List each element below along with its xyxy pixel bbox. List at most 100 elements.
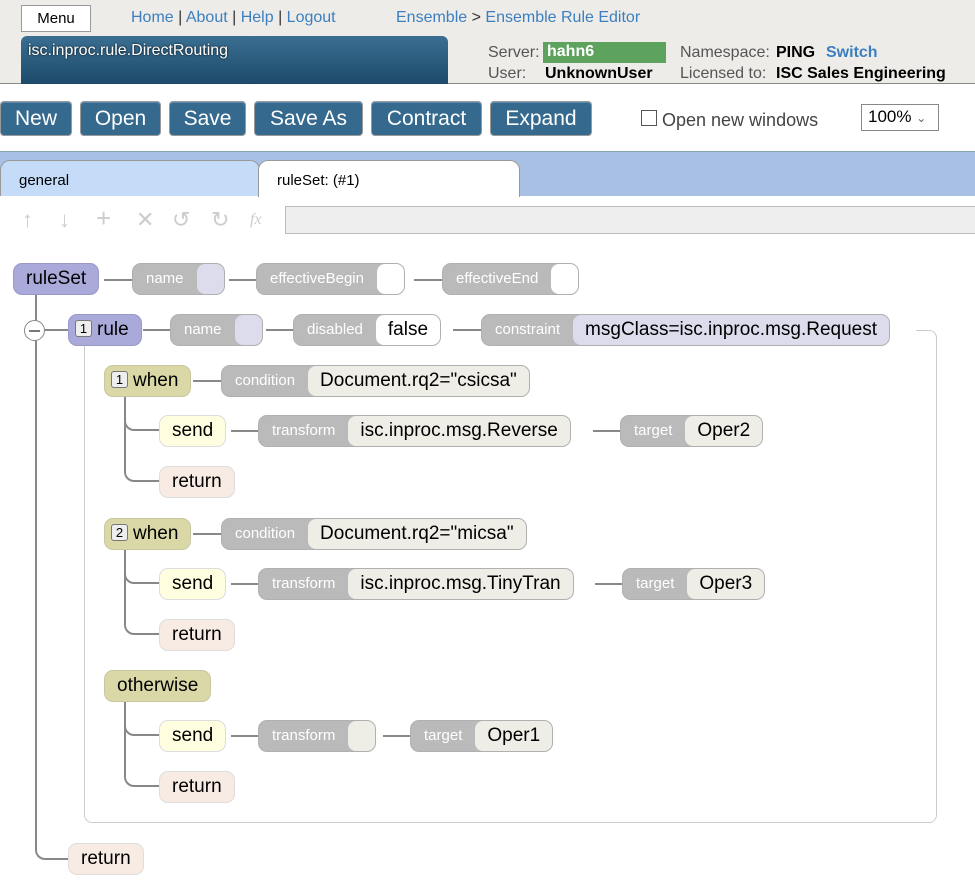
prop-value[interactable]: Oper1 <box>475 721 553 751</box>
save-button[interactable]: Save <box>169 101 246 136</box>
when1-send-node[interactable]: send <box>159 415 227 447</box>
home-link[interactable]: Home <box>131 9 174 26</box>
prop-value[interactable] <box>196 264 224 294</box>
prop-label: constraint <box>495 321 561 338</box>
contract-button[interactable]: Contract <box>371 101 482 136</box>
page-title: isc.inproc.rule.DirectRouting <box>21 36 448 84</box>
licensed-value: ISC Sales Engineering <box>776 65 946 82</box>
final-return-node[interactable]: return <box>68 843 144 875</box>
switch-link[interactable]: Switch <box>826 44 878 62</box>
prop-value[interactable]: msgClass=isc.inproc.msg.Request <box>573 315 890 345</box>
when2-send-node[interactable]: send <box>159 568 227 600</box>
user-value: UnknownUser <box>545 65 653 82</box>
open-button[interactable]: Open <box>80 101 161 136</box>
when2-label: when <box>133 523 179 544</box>
undo-icon[interactable]: ↺ <box>172 207 190 233</box>
rule-name-prop[interactable]: name <box>170 314 263 346</box>
when2-transform-prop[interactable]: transform isc.inproc.msg.TinyTran <box>258 568 574 600</box>
when2-node[interactable]: 2 when <box>104 518 192 550</box>
otherwise-node[interactable]: otherwise <box>104 670 212 702</box>
prop-value[interactable]: Document.rq2="csicsa" <box>308 366 529 396</box>
otherwise-return-node[interactable]: return <box>159 771 235 803</box>
logout-link[interactable]: Logout <box>287 9 336 26</box>
when1-target-prop[interactable]: target Oper2 <box>620 415 764 447</box>
open-new-windows-checkbox[interactable] <box>641 110 657 126</box>
server-value: hahn6 <box>543 42 666 63</box>
server-label: Server: <box>488 44 540 61</box>
save-as-button[interactable]: Save As <box>254 101 363 136</box>
prop-value[interactable] <box>551 264 579 294</box>
prop-label: name <box>184 321 222 338</box>
tab-general[interactable]: general <box>0 160 260 196</box>
otherwise-transform-prop[interactable]: transform <box>258 720 377 752</box>
prop-value[interactable] <box>376 264 404 294</box>
about-link[interactable]: About <box>186 9 228 26</box>
prop-label: transform <box>272 575 336 592</box>
when1-node[interactable]: 1 when <box>104 365 192 397</box>
zoom-value: 100% <box>868 107 912 126</box>
collapse-icon[interactable] <box>24 320 45 341</box>
prop-value[interactable]: false <box>375 315 441 345</box>
otherwise-send-node[interactable]: send <box>159 720 227 752</box>
function-icon[interactable]: fx <box>250 211 262 229</box>
arrow-down-icon[interactable]: ↓ <box>59 207 70 233</box>
prop-label: target <box>634 422 673 439</box>
breadcrumb-rule-editor[interactable]: Ensemble Rule Editor <box>485 9 640 26</box>
prop-label: transform <box>272 727 336 744</box>
when1-number: 1 <box>111 371 128 388</box>
redo-icon[interactable]: ↻ <box>211 207 229 233</box>
ruleset-node[interactable]: ruleSet <box>13 263 100 295</box>
rule-node[interactable]: 1 rule <box>68 314 142 346</box>
when1-condition-prop[interactable]: condition Document.rq2="csicsa" <box>221 365 530 397</box>
open-new-windows-label: Open new windows <box>662 110 819 130</box>
breadcrumb-ensemble[interactable]: Ensemble <box>396 9 467 26</box>
arrow-up-icon[interactable]: ↑ <box>22 207 33 233</box>
zoom-select[interactable]: 100% ⌄ <box>861 104 939 131</box>
otherwise-label: otherwise <box>117 675 199 696</box>
chevron-down-icon: ⌄ <box>916 111 927 125</box>
plus-icon[interactable]: + <box>96 203 111 234</box>
prop-value[interactable]: Oper2 <box>685 416 763 446</box>
prop-value[interactable]: Oper3 <box>687 569 765 599</box>
when2-return-node[interactable]: return <box>159 619 235 651</box>
help-link[interactable]: Help <box>241 9 274 26</box>
prop-value[interactable]: isc.inproc.msg.TinyTran <box>348 569 573 599</box>
otherwise-target-prop[interactable]: target Oper1 <box>410 720 554 752</box>
tab-ruleset[interactable]: ruleSet: (#1) <box>258 160 520 197</box>
nav-links: Home | About | Help | Logout <box>131 9 336 26</box>
licensed-label: Licensed to: <box>680 65 767 82</box>
expand-button[interactable]: Expand <box>490 101 592 136</box>
when2-condition-prop[interactable]: condition Document.rq2="micsa" <box>221 518 527 550</box>
prop-value[interactable]: isc.inproc.msg.Reverse <box>348 416 570 446</box>
prop-label: condition <box>235 525 296 542</box>
breadcrumb-separator: > <box>471 9 481 26</box>
prop-label: condition <box>235 372 296 389</box>
namespace-value: PING <box>776 44 816 61</box>
ruleset-effective-end-prop[interactable]: effectiveEnd <box>442 263 580 295</box>
rule-label: rule <box>97 319 129 340</box>
when1-transform-prop[interactable]: transform isc.inproc.msg.Reverse <box>258 415 571 447</box>
prop-value[interactable]: Document.rq2="micsa" <box>308 519 526 549</box>
new-button[interactable]: New <box>0 101 72 136</box>
prop-label: effectiveEnd <box>456 270 539 287</box>
rule-number: 1 <box>75 320 92 337</box>
prop-label: disabled <box>307 321 363 338</box>
breadcrumb: Ensemble > Ensemble Rule Editor <box>396 9 640 27</box>
rule-disabled-prop[interactable]: disabled false <box>293 314 442 346</box>
prop-label: transform <box>272 422 336 439</box>
rule-constraint-prop[interactable]: constraint msgClass=isc.inproc.msg.Reques… <box>481 314 891 346</box>
when1-label: when <box>133 370 179 391</box>
prop-label: name <box>146 270 184 287</box>
when2-target-prop[interactable]: target Oper3 <box>622 568 766 600</box>
prop-label: effectiveBegin <box>270 270 364 287</box>
prop-value[interactable] <box>348 721 376 751</box>
user-label: User: <box>488 65 527 82</box>
ruleset-name-prop[interactable]: name <box>132 263 225 295</box>
when1-return-node[interactable]: return <box>159 466 235 498</box>
prop-label: target <box>636 575 675 592</box>
menu-button[interactable]: Menu <box>21 5 91 32</box>
ruleset-effective-begin-prop[interactable]: effectiveBegin <box>256 263 405 295</box>
delete-icon[interactable]: ✕ <box>136 207 154 233</box>
prop-value[interactable] <box>234 315 262 345</box>
expression-input[interactable] <box>285 206 975 234</box>
